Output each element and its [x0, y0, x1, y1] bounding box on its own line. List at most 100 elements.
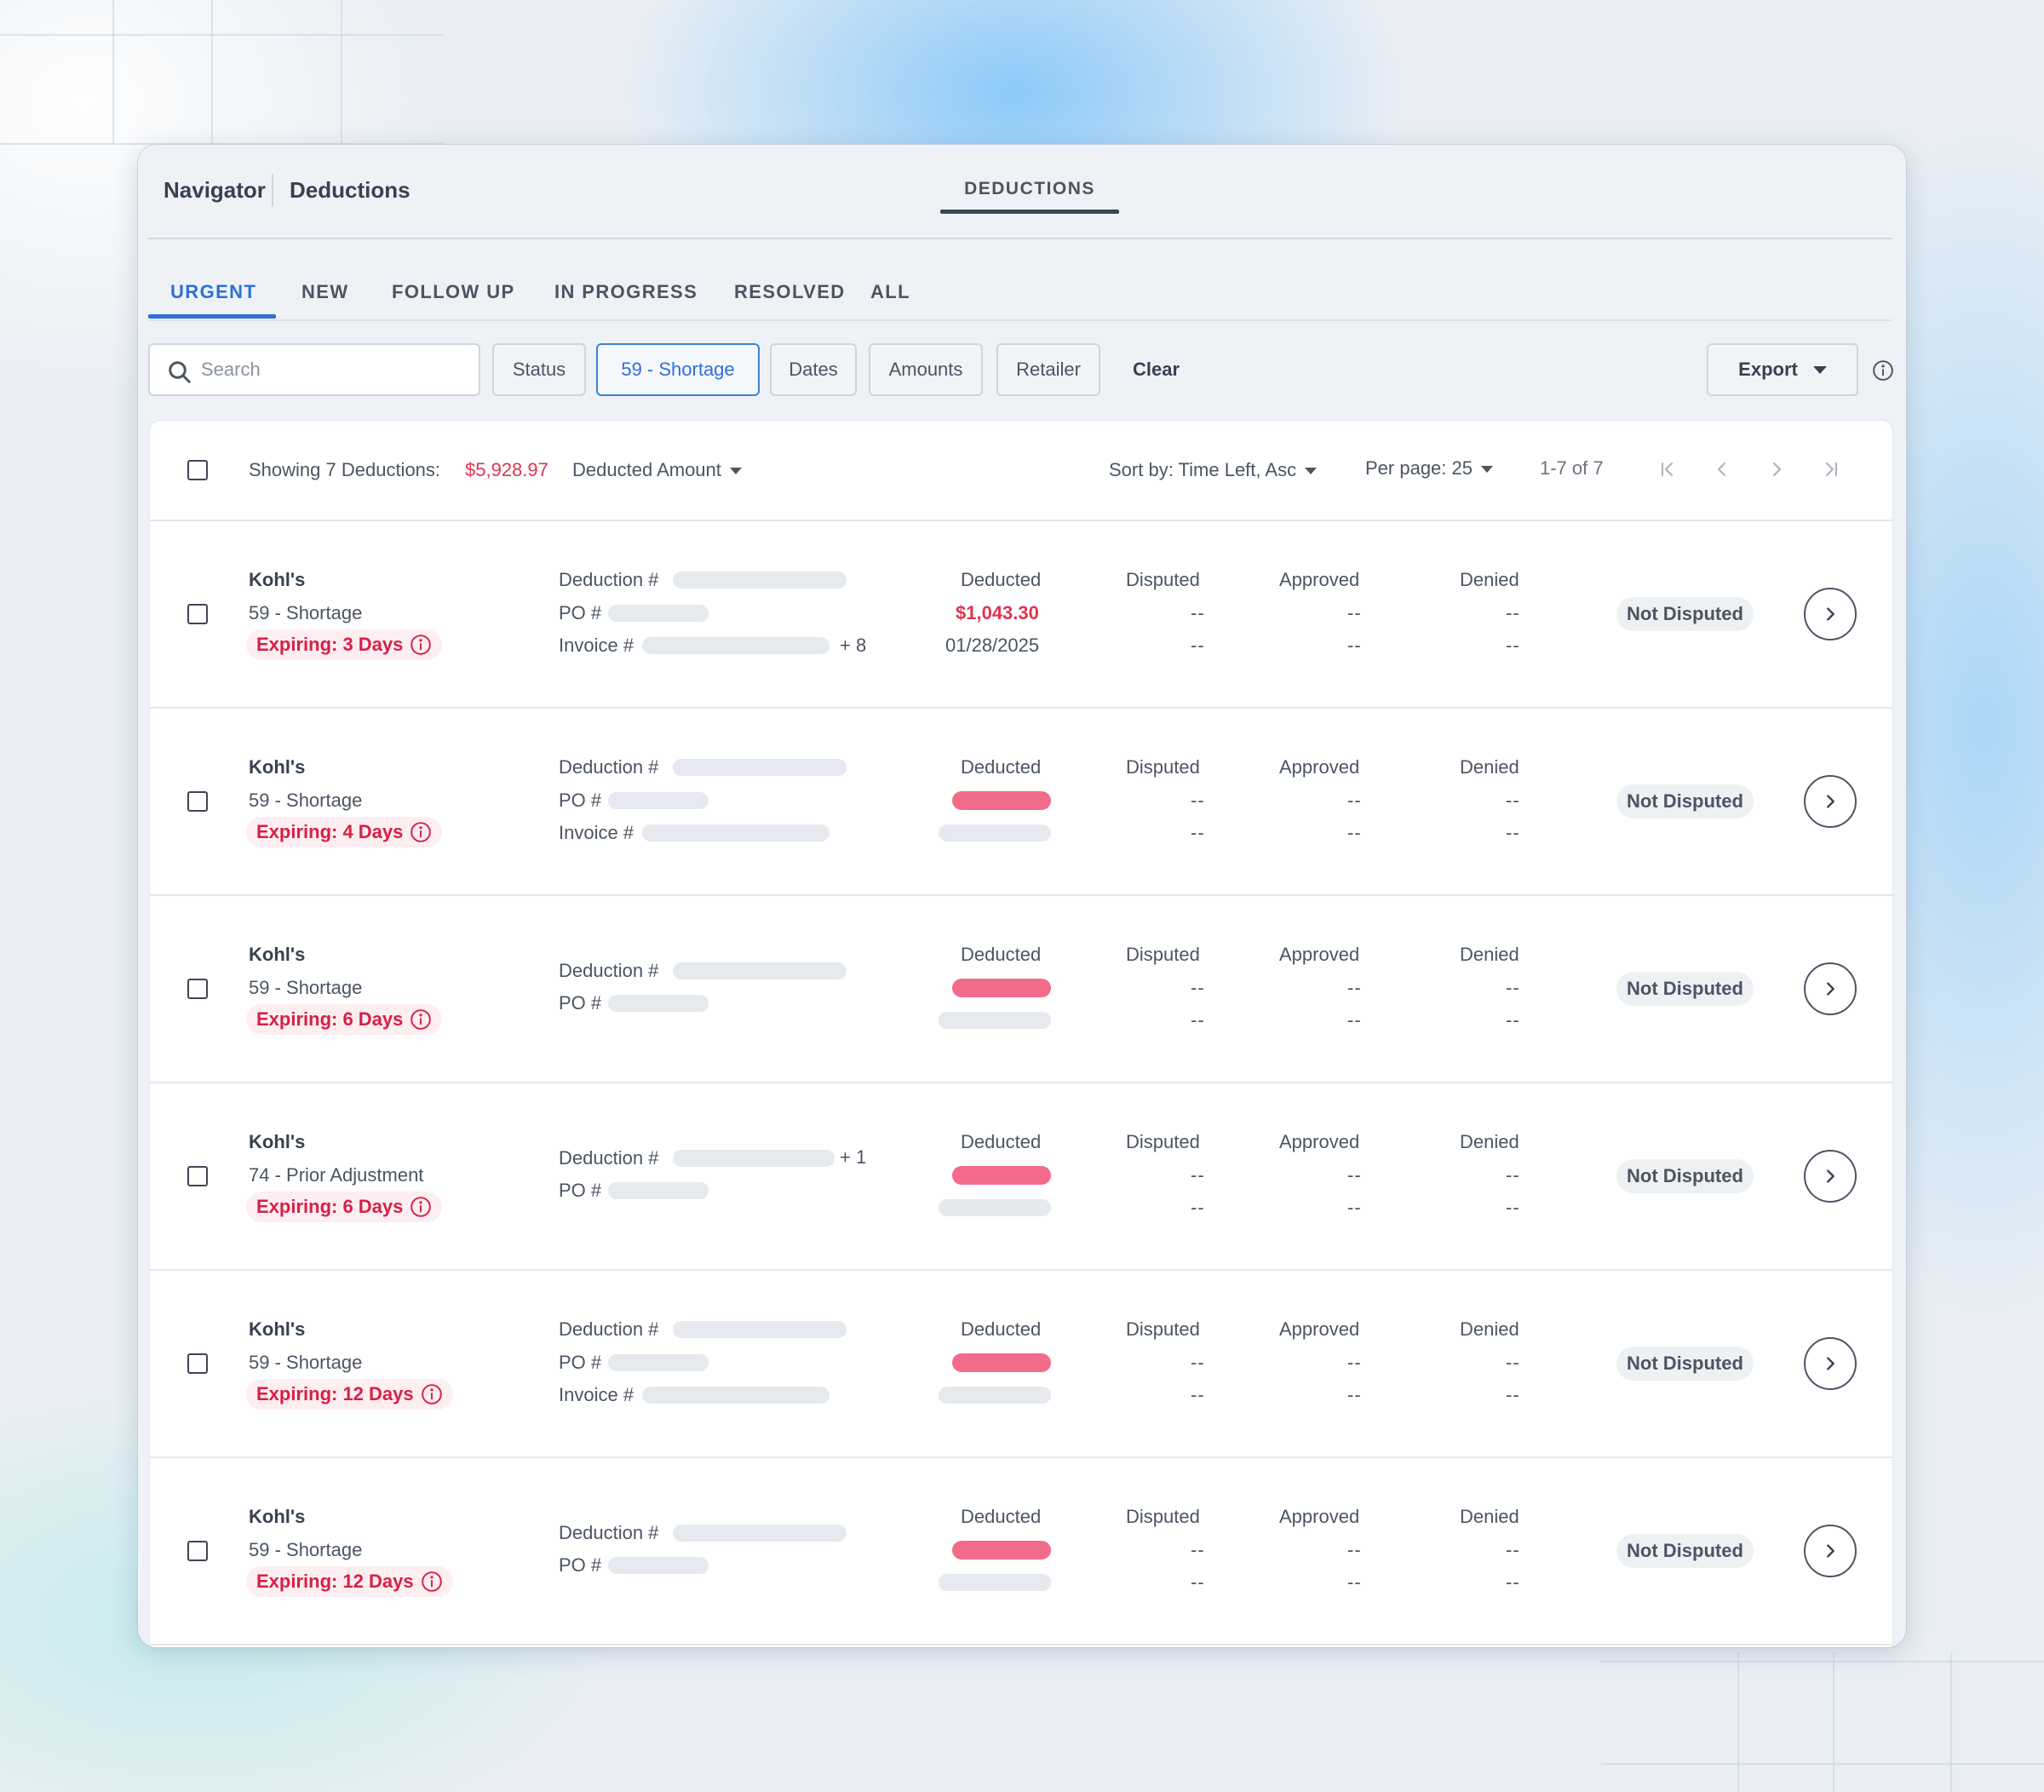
tab-follow-up[interactable]: FOLLOW UP: [392, 281, 515, 303]
deducted-date: 01/28/2025: [945, 635, 1040, 656]
redacted-deducted-amount: [952, 979, 1051, 997]
disputed-date: --: [1191, 822, 1205, 843]
deduction-number-label: Deduction #: [559, 1522, 659, 1543]
redacted-deducted-date: [939, 1012, 1051, 1029]
redacted-deducted-date: [939, 1199, 1051, 1216]
tab-resolved[interactable]: RESOLVED: [734, 281, 846, 303]
table-row[interactable]: Kohl's 59 - Shortage Expiring: 6 Days Deduc…: [150, 896, 1892, 1083]
info-icon[interactable]: [410, 821, 432, 843]
approved-date: --: [1347, 1197, 1362, 1218]
row-checkbox[interactable]: [187, 604, 208, 624]
clear-filters-button[interactable]: Clear: [1133, 359, 1180, 381]
table-row[interactable]: Kohl's 59 - Shortage Expiring: 4 Days Deduc…: [150, 709, 1892, 896]
tab-all[interactable]: ALL: [870, 281, 910, 303]
redacted-deduction-number: [673, 1525, 847, 1542]
dates-filter-button[interactable]: Dates: [770, 343, 857, 396]
info-icon[interactable]: [410, 634, 432, 656]
row-checkbox[interactable]: [187, 979, 208, 999]
expiring-text: Expiring: 12 Days: [256, 1571, 414, 1592]
denied-header: Denied: [1460, 944, 1519, 965]
deducted-header: Deducted: [961, 1318, 1042, 1340]
disputed-header: Disputed: [1126, 1506, 1200, 1527]
redacted-deducted-amount: [952, 791, 1051, 810]
select-all-checkbox[interactable]: [187, 460, 208, 480]
info-icon[interactable]: [410, 1008, 432, 1031]
row-checkbox[interactable]: [187, 1353, 208, 1374]
redacted-deducted-date: [939, 1574, 1051, 1591]
deduction-number-label: Deduction #: [559, 1147, 659, 1169]
amounts-filter-button[interactable]: Amounts: [869, 343, 983, 396]
retailer-name: Kohl's: [249, 569, 306, 590]
deduction-extra-count[interactable]: + 1: [840, 1146, 866, 1169]
row-checkbox[interactable]: [187, 791, 208, 812]
approved-date: --: [1347, 1009, 1362, 1031]
expiring-badge: Expiring: 12 Days: [246, 1566, 453, 1597]
po-number-label: PO #: [559, 790, 602, 811]
last-page-icon[interactable]: [1821, 458, 1841, 480]
disputed-amount: --: [1191, 790, 1205, 811]
open-deduction-button[interactable]: [1804, 775, 1857, 828]
invoice-extra-count[interactable]: + 8: [840, 635, 866, 657]
export-button[interactable]: Export: [1707, 343, 1858, 396]
table-row[interactable]: Kohl's 59 - Shortage Expiring: 3 Days Deduc…: [150, 521, 1892, 709]
chevron-right-icon: [1827, 607, 1834, 621]
invoice-number-label: Invoice #: [559, 1384, 634, 1405]
table-row[interactable]: Kohl's 59 - Shortage Expiring: 12 Days Dedu…: [150, 1271, 1892, 1458]
retailer-filter-button[interactable]: Retailer: [996, 343, 1100, 396]
disputed-header: Disputed: [1126, 1318, 1200, 1340]
deduction-number-label: Deduction #: [559, 1318, 659, 1340]
denied-date: --: [1506, 1197, 1520, 1218]
open-deduction-button[interactable]: [1804, 1525, 1857, 1577]
open-deduction-button[interactable]: [1804, 1337, 1857, 1390]
redacted-po-number: [608, 1354, 709, 1371]
open-deduction-button[interactable]: [1804, 588, 1857, 640]
chevron-right-icon: [1827, 1357, 1834, 1370]
redacted-invoice-number: [642, 1387, 830, 1404]
approved-header: Approved: [1279, 1506, 1360, 1527]
chevron-left-icon[interactable]: [1712, 458, 1732, 480]
denied-header: Denied: [1460, 569, 1519, 590]
status-badge: Not Disputed: [1616, 972, 1754, 1006]
redacted-deduction-number: [673, 759, 847, 776]
denied-amount: --: [1506, 790, 1520, 811]
redacted-deducted-amount: [952, 1353, 1051, 1372]
chevron-right-icon[interactable]: [1766, 458, 1787, 480]
row-checkbox[interactable]: [187, 1166, 208, 1186]
tab-new[interactable]: NEW: [301, 281, 349, 303]
deducted-header: Deducted: [961, 569, 1042, 590]
disputed-amount: --: [1191, 977, 1205, 998]
tab-deductions[interactable]: DEDUCTIONS: [940, 179, 1119, 199]
table-row[interactable]: Kohl's 74 - Prior Adjustment Expiring: 6 D…: [150, 1083, 1892, 1271]
approved-header: Approved: [1279, 756, 1360, 778]
showing-count: Showing 7 Deductions:: [249, 459, 441, 480]
denied-date: --: [1506, 822, 1520, 843]
denied-date: --: [1506, 1384, 1520, 1405]
tab-in-progress[interactable]: IN PROGRESS: [554, 281, 698, 303]
breadcrumb-navigator[interactable]: Navigator: [164, 177, 266, 204]
status-badge: Not Disputed: [1616, 1534, 1754, 1568]
reason-filter-chip[interactable]: 59 - Shortage: [596, 343, 760, 396]
row-checkbox[interactable]: [187, 1541, 208, 1561]
tab-urgent[interactable]: URGENT: [170, 281, 256, 303]
expiring-text: Expiring: 4 Days: [256, 821, 404, 842]
open-deduction-button[interactable]: [1804, 962, 1857, 1015]
first-page-icon[interactable]: [1657, 458, 1678, 480]
info-icon[interactable]: [421, 1571, 443, 1593]
table-row[interactable]: Kohl's 59 - Shortage Expiring: 12 Days Dedu…: [150, 1458, 1892, 1646]
caret-down-icon: [1305, 468, 1318, 475]
search-input[interactable]: Search: [148, 343, 480, 396]
denied-header: Denied: [1460, 1318, 1519, 1340]
info-icon[interactable]: [1872, 359, 1894, 382]
disputed-header: Disputed: [1126, 756, 1200, 778]
sort-label: Sort by: Time Left, Asc: [1109, 459, 1297, 480]
status-badge: Not Disputed: [1616, 784, 1754, 818]
status-filter-button[interactable]: Status: [492, 343, 586, 396]
chevron-right-icon: [1827, 982, 1834, 996]
sort-selector[interactable]: Sort by: Time Left, Asc: [1109, 459, 1318, 481]
info-icon[interactable]: [410, 1196, 432, 1218]
disputed-amount: --: [1191, 1539, 1205, 1560]
open-deduction-button[interactable]: [1804, 1150, 1857, 1203]
per-page-selector[interactable]: Per page: 25: [1365, 457, 1493, 480]
info-icon[interactable]: [421, 1383, 443, 1405]
amount-selector[interactable]: Deducted Amount: [572, 459, 742, 481]
